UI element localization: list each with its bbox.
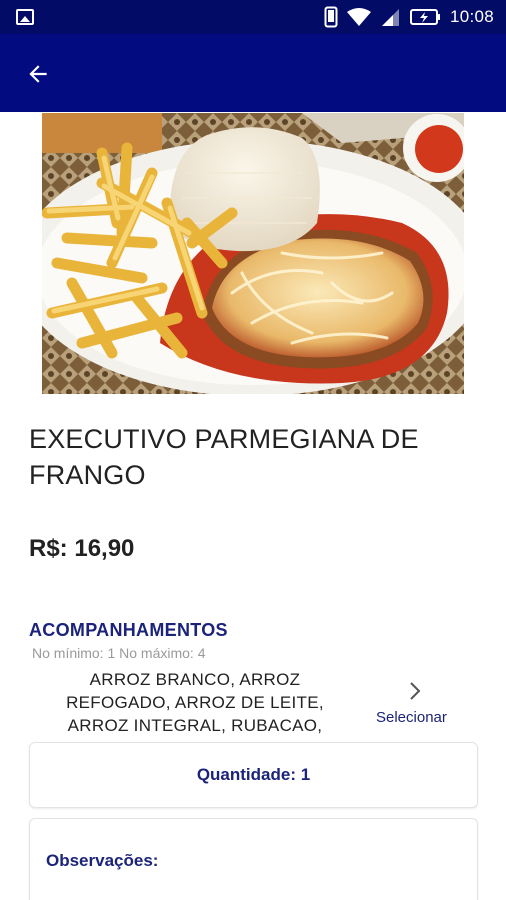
wifi-icon [346,8,371,26]
accompaniments-limits: No mínimo: 1 No máximo: 4 [32,645,206,661]
accompaniments-title: ACOMPANHAMENTOS [29,620,228,640]
back-button[interactable] [18,54,58,94]
product-photo [42,113,464,394]
accompaniments-options: ARROZ BRANCO, ARROZ REFOGADO, ARROZ DE L… [66,670,324,735]
arrow-back-icon [29,65,47,83]
chevron-right-icon [410,682,421,700]
quantity-card[interactable]: Quantidade: 1 [29,742,478,808]
product-title: EXECUTIVO PARMEGIANA DE FRANGO [29,424,419,490]
phone-icon [324,6,338,28]
select-accompaniments-button[interactable]: Selecionar [370,678,470,728]
app-bar [0,34,506,112]
image-notification-icon [16,9,34,25]
cell-signal-icon [381,9,399,26]
select-label: Selecionar [376,709,447,726]
product-price: R$: 16,90 [29,535,135,562]
status-icons: 10:08 [324,0,494,34]
notes-label: Observações: [46,851,159,870]
quantity-label: Quantidade: 1 [196,765,311,784]
status-bar: 10:08 [0,0,506,34]
status-time: 10:08 [449,7,494,26]
notes-card[interactable]: Observações: [29,818,478,900]
battery-charging-icon [409,9,440,25]
